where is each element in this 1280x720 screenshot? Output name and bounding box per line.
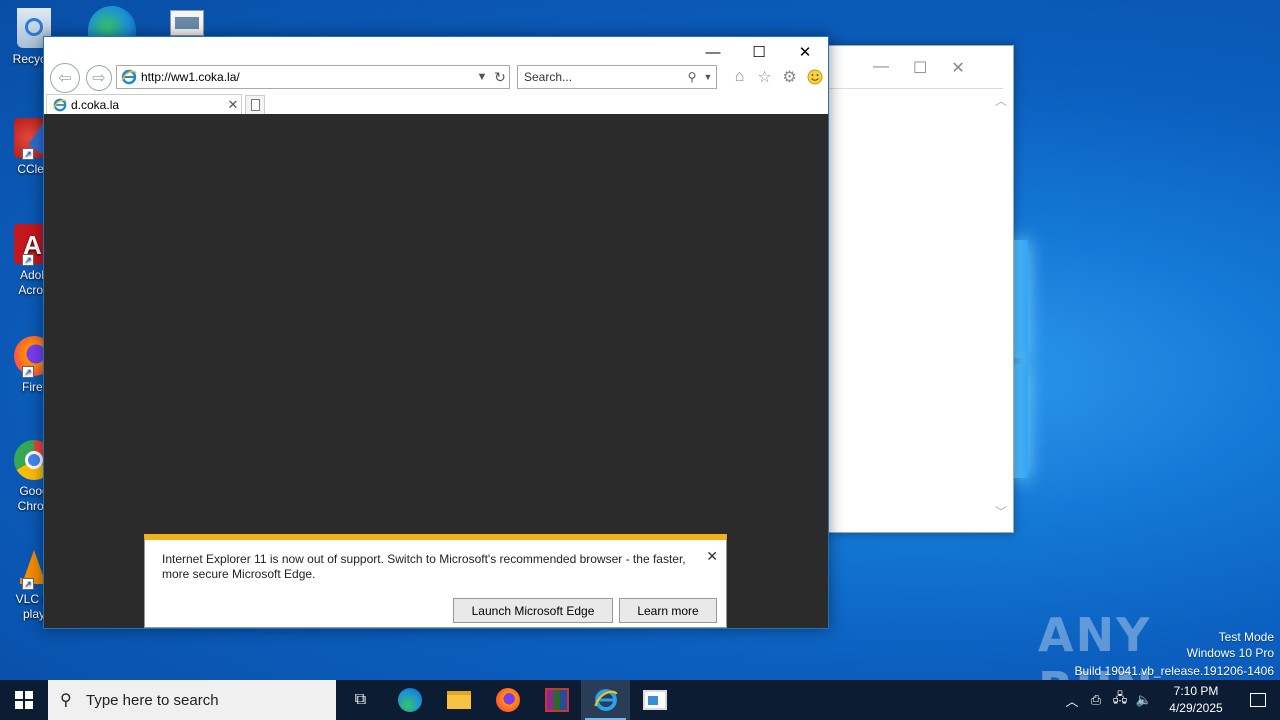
close-icon: ✕	[798, 44, 812, 61]
address-dropdown-icon[interactable]: ▼	[473, 71, 491, 83]
notification-close-icon[interactable]: ✕	[706, 548, 718, 565]
clock-date: 4/29/2025	[1169, 701, 1223, 715]
background-window-content	[829, 88, 1003, 530]
windows-build-label: Build 19041.vb_release.191206-1406	[1074, 664, 1275, 678]
taskbar-file-explorer[interactable]	[434, 680, 483, 720]
maximize-icon: ☐	[752, 44, 766, 61]
forward-button[interactable]: ⇨	[86, 65, 112, 91]
internet-explorer-icon	[121, 69, 137, 85]
search-input[interactable]: Search...	[524, 70, 684, 84]
task-view-icon: ⧉	[354, 691, 367, 708]
start-button[interactable]	[0, 680, 48, 720]
new-tab-icon	[251, 99, 260, 111]
device-icon[interactable]: ⎙	[1084, 692, 1108, 708]
tab-close-icon[interactable]: ✕	[225, 97, 241, 113]
taskbar-internet-explorer[interactable]	[581, 680, 630, 720]
clock-time: 7:10 PM	[1173, 684, 1219, 698]
notification-icon	[1250, 693, 1266, 707]
ie-support-notification: Internet Explorer 11 is now out of suppo…	[144, 534, 727, 628]
show-hidden-icons-chevron-icon[interactable]: ︿	[1060, 691, 1084, 710]
taskbar-app-window[interactable]	[630, 680, 679, 720]
action-center-button[interactable]	[1236, 693, 1280, 707]
scroll-up-icon[interactable]: ︿	[995, 92, 1007, 109]
internet-explorer-icon	[53, 98, 67, 112]
file-explorer-icon	[446, 691, 471, 709]
notification-message: Internet Explorer 11 is now out of suppo…	[162, 552, 686, 581]
search-dropdown-icon[interactable]: ▼	[700, 72, 716, 82]
taskbar-search[interactable]: ⚲ Type here to search	[48, 680, 336, 720]
volume-icon[interactable]: 🔈	[1132, 692, 1156, 708]
taskbar-winrar[interactable]	[532, 680, 581, 720]
settings-gear-icon[interactable]: ⚙	[780, 66, 799, 88]
maximize-button[interactable]: ☐	[736, 39, 782, 65]
task-view-button[interactable]: ⧉	[336, 680, 385, 720]
background-window-scrollbar[interactable]: ︿ ﹀	[991, 88, 1011, 530]
close-button[interactable]: ✕	[782, 39, 828, 65]
home-icon[interactable]: ⌂	[730, 66, 749, 88]
app-window-icon	[642, 690, 667, 710]
toolbar-icons: ⌂ ☆ ⚙	[730, 66, 824, 88]
background-window-caption-buttons: — ☐ ✕	[873, 58, 965, 78]
minimize-button[interactable]: —	[690, 39, 736, 65]
scroll-down-icon[interactable]: ﹀	[995, 503, 1007, 520]
back-button[interactable]: ⇦	[50, 63, 80, 93]
background-browser-window[interactable]: — ☐ ✕ ︿ ﹀	[826, 45, 1014, 533]
feedback-smiley-icon[interactable]	[805, 66, 824, 88]
windows-logo-icon	[15, 691, 33, 709]
desktop-edge-icon[interactable]	[88, 6, 136, 36]
window-caption-buttons: — ☐ ✕	[690, 39, 828, 65]
taskbar-firefox[interactable]	[483, 680, 532, 720]
network-icon[interactable]: 🖧	[1108, 689, 1132, 711]
winrar-icon	[544, 688, 569, 712]
windows-edition-label: Windows 10 Pro	[1186, 646, 1274, 660]
internet-explorer-icon	[593, 689, 618, 711]
refresh-icon[interactable]: ↻	[491, 69, 509, 86]
navigation-bar: ⇦ ⇨ http://ww1.coka.la/ ▼ ↻ Search... ⚲ …	[44, 63, 828, 93]
address-bar[interactable]: http://ww1.coka.la/ ▼ ↻	[116, 65, 510, 89]
address-url[interactable]: http://ww1.coka.la/	[141, 70, 473, 84]
new-tab-button[interactable]	[245, 95, 265, 115]
clock[interactable]: 7:10 PM 4/29/2025	[1156, 683, 1236, 717]
test-mode-label: Test Mode	[1218, 630, 1274, 644]
close-icon[interactable]: ✕	[951, 58, 964, 78]
search-box[interactable]: Search... ⚲ ▼	[517, 65, 717, 89]
system-tray: ︿ ⎙ 🖧 🔈 7:10 PM 4/29/2025	[1060, 680, 1280, 720]
launch-edge-button[interactable]: Launch Microsoft Edge	[453, 598, 613, 623]
wallpaper-logo	[1012, 240, 1030, 480]
tab-strip: d.coka.la ✕	[44, 94, 828, 115]
learn-more-button[interactable]: Learn more	[619, 598, 717, 623]
back-arrow-icon: ⇦	[58, 70, 72, 87]
minimize-icon[interactable]: —	[873, 58, 889, 78]
minimize-icon: —	[705, 43, 721, 61]
forward-arrow-icon: ⇨	[92, 70, 106, 87]
firefox-icon	[495, 688, 520, 712]
taskbar: ⚲ Type here to search ⧉ ︿ ⎙ 🖧 🔈 7:10 PM	[0, 680, 1280, 720]
desktop-file-icon[interactable]	[170, 10, 204, 36]
tab-current[interactable]: d.coka.la ✕	[46, 94, 242, 115]
taskbar-edge[interactable]	[385, 680, 434, 720]
favorites-star-icon[interactable]: ☆	[755, 66, 774, 88]
edge-icon	[397, 688, 422, 712]
taskbar-search-placeholder: Type here to search	[86, 691, 219, 709]
search-icon[interactable]: ⚲	[684, 70, 700, 84]
tab-title: d.coka.la	[71, 98, 120, 112]
maximize-icon[interactable]: ☐	[913, 58, 927, 78]
search-icon: ⚲	[60, 692, 72, 709]
